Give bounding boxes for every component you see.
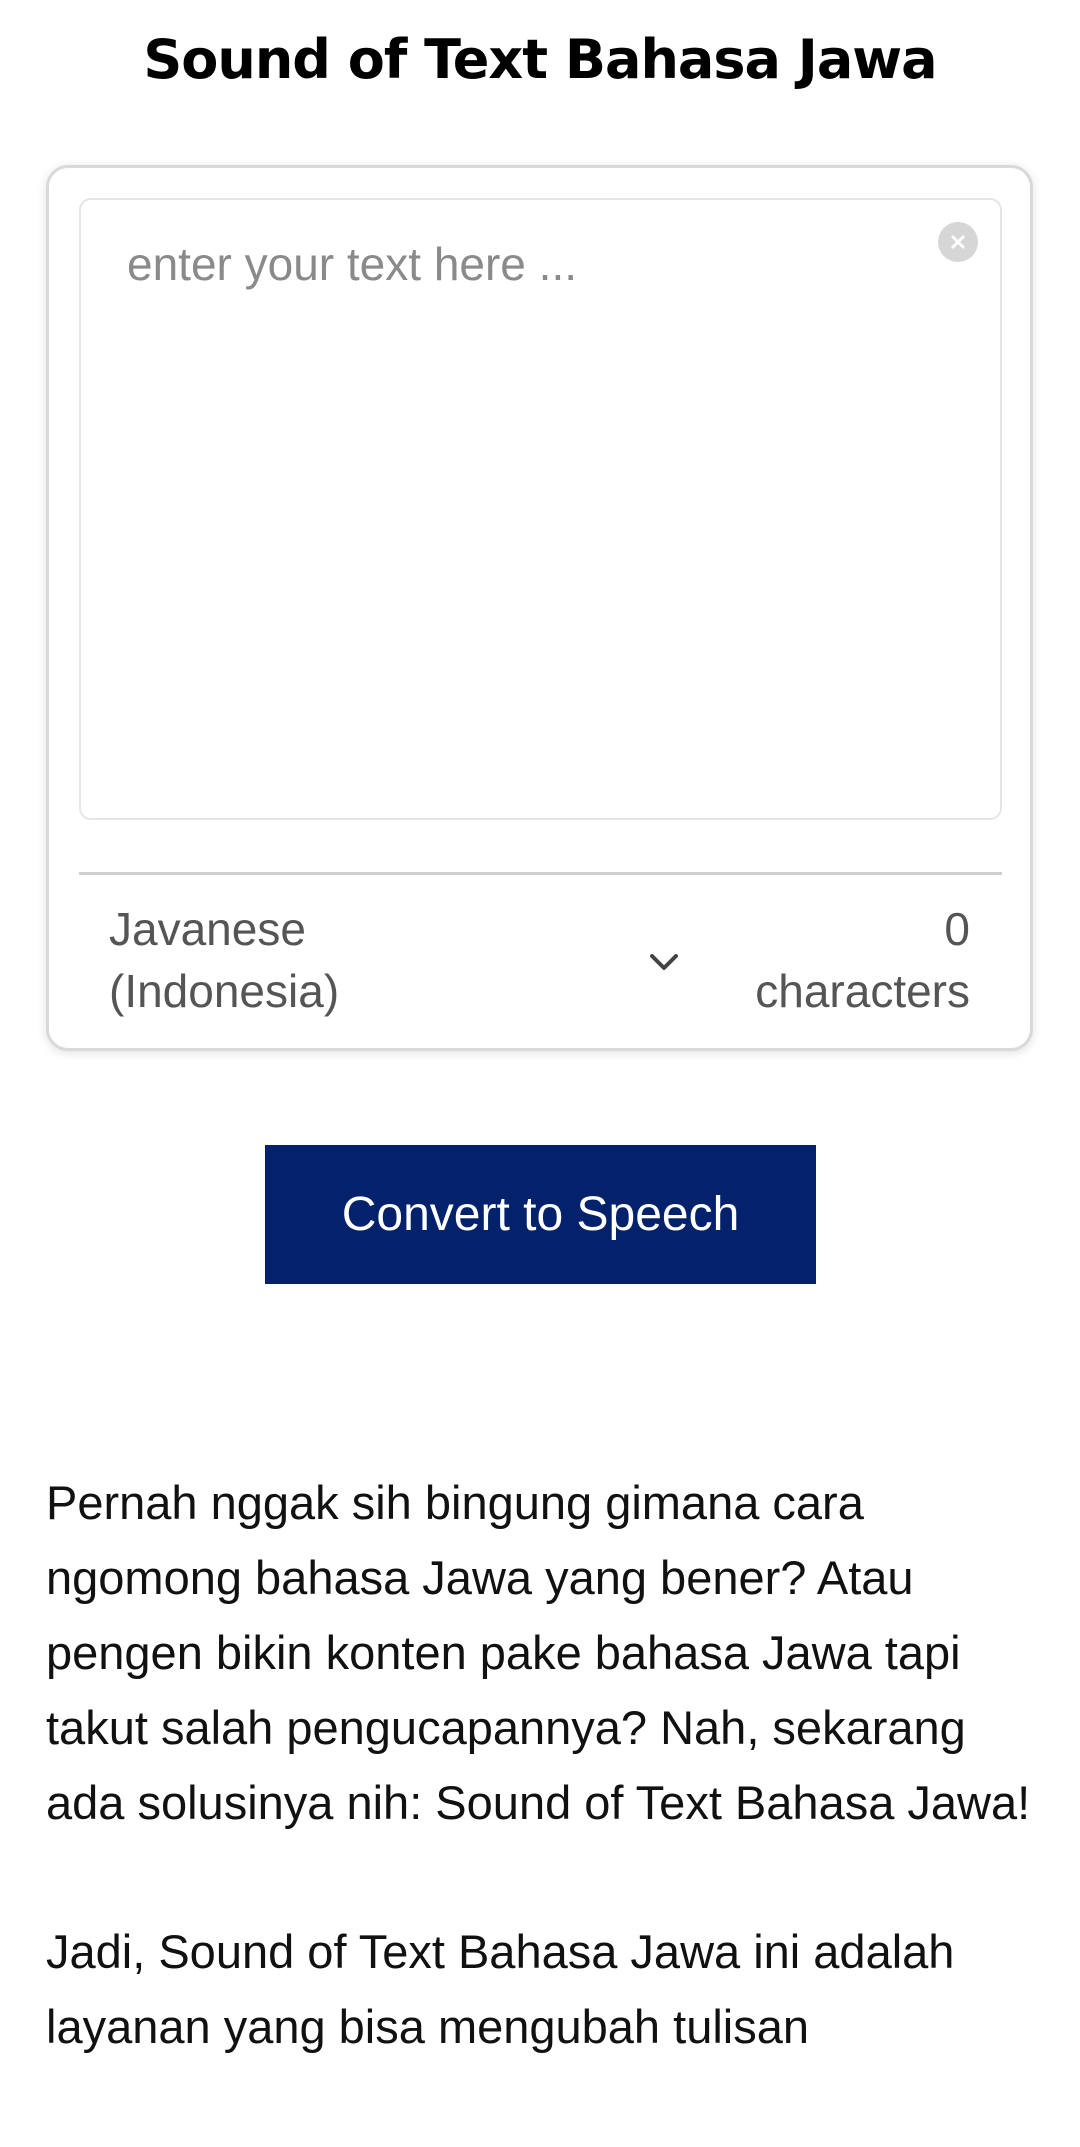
character-count-label: characters — [755, 965, 970, 1017]
close-circle-icon — [951, 235, 965, 249]
character-counter: 0 characters — [650, 898, 970, 1022]
article-paragraph: Jadi, Sound of Text Bahasa Jawa ini adal… — [46, 1925, 955, 2053]
language-selected-label: Javanese (Indonesia) — [109, 903, 340, 1017]
text-input[interactable] — [81, 200, 1000, 818]
language-select[interactable]: Javanese (Indonesia) — [109, 898, 678, 1028]
clear-text-button[interactable] — [938, 222, 978, 262]
article-paragraph: Pernah nggak sih bingung gimana cara ngo… — [46, 1476, 1031, 1829]
article-content: Pernah nggak sih bingung gimana cara ngo… — [46, 1465, 1036, 2138]
page-title: Sound of Text Bahasa Jawa — [143, 28, 937, 91]
text-area-container — [79, 198, 1002, 820]
page: Sound of Text Bahasa Jawa Javanese (Indo… — [0, 0, 1080, 2147]
convert-to-speech-button[interactable]: Convert to Speech — [265, 1145, 816, 1284]
converter-card: Javanese (Indonesia) 0 characters — [46, 165, 1033, 1051]
character-count-value: 0 — [944, 903, 970, 955]
card-divider — [79, 872, 1002, 875]
